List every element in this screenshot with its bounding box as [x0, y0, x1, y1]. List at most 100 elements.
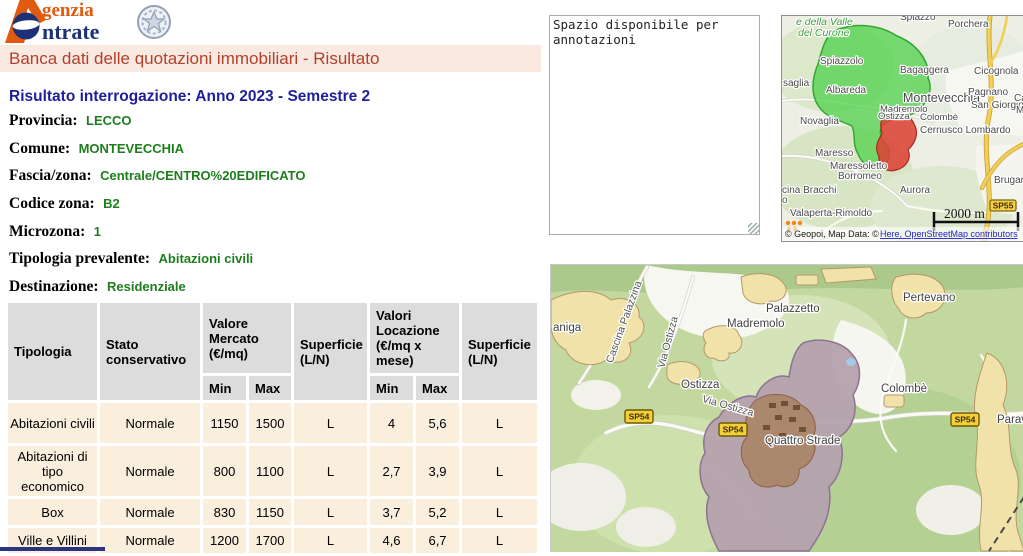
- table-row: Box Normale 830 1150 L 3,7 5,2 L: [8, 499, 537, 525]
- field-label: Tipologia prevalente:: [9, 250, 150, 267]
- annotations-textarea[interactable]: Spazio disponibile per annotazioni: [549, 15, 760, 235]
- cell-vm-min: 830: [203, 499, 246, 525]
- col-header-tipologia: Tipologia: [8, 303, 97, 400]
- field-fascia-zona: Fascia/zona: Centrale/CENTRO%20EDIFICATO: [9, 167, 306, 195]
- label-novaglia: Novaglia: [800, 116, 839, 127]
- col-header-vm-min: Min: [203, 376, 246, 400]
- detail-map[interactable]: aniga Cascina Palazzina Via Ostizza Via …: [550, 264, 1023, 552]
- cell-vm-max: 1500: [249, 403, 291, 443]
- pond: [846, 358, 856, 366]
- field-value: MONTEVECCHIA: [75, 141, 184, 156]
- field-value: Centrale/CENTRO%20EDIFICATO: [96, 168, 305, 183]
- label-brugar: Brugar: [994, 175, 1023, 186]
- cell-tipologia: Abitazioni civili: [8, 403, 97, 443]
- cell-tipologia: Box: [8, 499, 97, 525]
- cell-vm-max: 1100: [249, 446, 291, 496]
- field-label: Provincia:: [9, 112, 78, 129]
- col-header-superficie-1: Superficie (L/N): [294, 303, 367, 400]
- field-label: Comune:: [9, 140, 70, 157]
- overview-map[interactable]: e della Valle del Curone Spiazzo Porcher…: [781, 15, 1023, 242]
- resize-grip-icon[interactable]: [748, 223, 759, 234]
- map-attribution: © Geopoi, Map Data: ©: [785, 229, 879, 239]
- result-heading: Risultato interrogazione: Anno 2023 - Se…: [9, 88, 370, 106]
- label-madremolo: Madremolo: [727, 318, 785, 330]
- cell-stato: Normale: [100, 528, 200, 553]
- label-aurora: Aurora: [900, 185, 930, 196]
- svg-text:SP54: SP54: [629, 412, 650, 422]
- field-codice-zona: Codice zona: B2: [9, 195, 306, 223]
- cell-stato: Normale: [100, 446, 200, 496]
- label-pertevano: Pertevano: [903, 292, 955, 304]
- cell-vl-max: 3,9: [416, 446, 459, 496]
- field-value: Abitazioni civili: [155, 251, 254, 266]
- label-albareda: Albareda: [826, 85, 866, 96]
- label-ostizza: Ostizza: [681, 379, 720, 391]
- label-o: o: [782, 195, 788, 206]
- italy-emblem-icon: [138, 6, 170, 38]
- cell-superficie-2: L: [462, 528, 537, 553]
- cell-vl-min: 4: [370, 403, 413, 443]
- label-m: M: [1016, 105, 1023, 116]
- footer-bar: [0, 547, 105, 551]
- field-microzona: Microzona: 1: [9, 223, 306, 251]
- field-value: LECCO: [82, 113, 132, 128]
- label-quattro-strade: Quattro Strade: [765, 435, 840, 447]
- label-bagaggera: Bagaggera: [900, 65, 949, 76]
- label-maresso: Maresso: [815, 148, 854, 159]
- field-value: 1: [90, 224, 101, 239]
- table-row: Abitazioni di tipo economico Normale 800…: [8, 446, 537, 496]
- field-tipologia-prevalente: Tipologia prevalente: Abitazioni civili: [9, 250, 306, 278]
- label-maressoletto-2: Borromeo: [838, 171, 882, 182]
- label-spiazzolo: Spiazzolo: [820, 56, 864, 67]
- cell-superficie-1: L: [294, 499, 367, 525]
- road-badge-sp54-2: SP54: [719, 423, 747, 436]
- page-title: Banca dati delle quotazioni immobiliari …: [0, 45, 541, 72]
- field-label: Fascia/zona:: [9, 167, 92, 184]
- label-ca: Ca: [1014, 93, 1023, 104]
- col-header-vm-max: Max: [249, 376, 291, 400]
- field-value: B2: [99, 196, 120, 211]
- cell-vm-min: 1150: [203, 403, 246, 443]
- agenzia-entrate-logo: genzia ntrate: [4, 0, 176, 44]
- map-attribution-link[interactable]: Here, OpenStreetMap contributors: [880, 229, 1018, 239]
- table-row: Abitazioni civili Normale 1150 1500 L 4 …: [8, 403, 537, 443]
- field-label: Destinazione:: [9, 278, 99, 295]
- label-colombe: Colombè: [881, 383, 927, 395]
- road-badge-sp54-1: SP54: [625, 410, 653, 423]
- cell-superficie-2: L: [462, 499, 537, 525]
- cell-vl-min: 4,6: [370, 528, 413, 553]
- cell-superficie-1: L: [294, 446, 367, 496]
- detail-map-canvas: aniga Cascina Palazzina Via Ostizza Via …: [551, 265, 1023, 552]
- logo-text-entrate: ntrate: [42, 19, 100, 44]
- logo-text-agenzia: genzia: [42, 0, 94, 21]
- field-comune: Comune: MONTEVECCHIA: [9, 140, 306, 168]
- overview-map-canvas: e della Valle del Curone Spiazzo Porcher…: [782, 16, 1023, 241]
- label-cicognola: Cicognola: [974, 66, 1019, 77]
- label-parav: Parav: [997, 414, 1023, 426]
- cell-vm-max: 1700: [249, 528, 291, 553]
- col-header-superficie-2: Superficie (L/N): [462, 303, 537, 400]
- label-ostizza: Ostizza: [878, 111, 910, 122]
- cell-vl-min: 3,7: [370, 499, 413, 525]
- svg-text:SP55: SP55: [993, 201, 1014, 211]
- field-label: Codice zona:: [9, 195, 95, 212]
- label-palazzetto: Palazzetto: [766, 303, 820, 315]
- scale-label: 2000 m: [944, 206, 985, 221]
- col-header-vl-max: Max: [416, 376, 459, 400]
- label-porchera: Porchera: [948, 19, 989, 30]
- cell-superficie-2: L: [462, 446, 537, 496]
- label-pagnano: Pagnano: [968, 87, 1008, 98]
- cell-vm-min: 1200: [203, 528, 246, 553]
- svg-text:SP54: SP54: [955, 415, 976, 425]
- label-valaperta: Valaperta-Rimoldo: [790, 208, 873, 219]
- label-aniga: aniga: [553, 322, 582, 334]
- cell-vl-max: 6,7: [416, 528, 459, 553]
- col-header-stato: Stato conservativo: [100, 303, 200, 400]
- col-header-vl-min: Min: [370, 376, 413, 400]
- road-badge-sp55: SP55: [990, 200, 1016, 211]
- cell-vl-min: 2,7: [370, 446, 413, 496]
- annotations-container: Spazio disponibile per annotazioni: [549, 15, 760, 235]
- cell-vm-min: 800: [203, 446, 246, 496]
- road-badge-sp54-3: SP54: [951, 413, 979, 426]
- cell-stato: Normale: [100, 403, 200, 443]
